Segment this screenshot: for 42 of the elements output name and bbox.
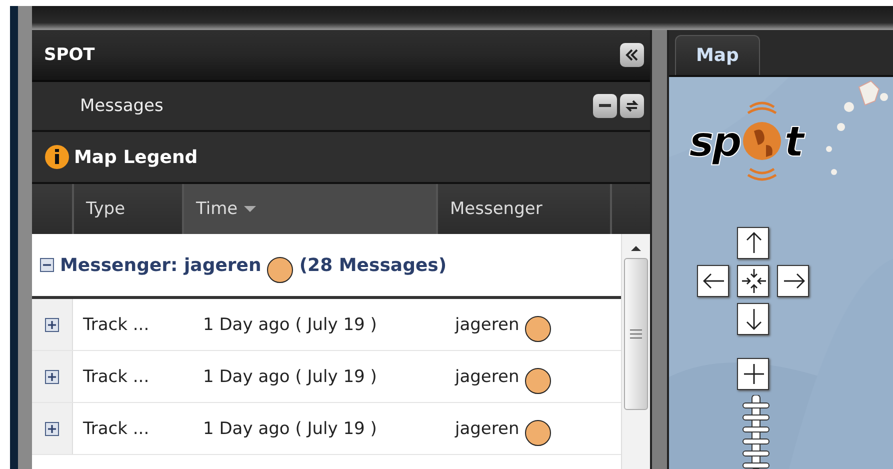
- pan-right-button[interactable]: [777, 265, 809, 297]
- type-cell-text: Track ...: [82, 418, 150, 438]
- splitter[interactable]: [650, 30, 669, 469]
- column-header[interactable]: Time: [184, 184, 438, 234]
- zoom-in-button[interactable]: [737, 358, 769, 390]
- type-cell-text: Track ...: [82, 366, 150, 386]
- scroll-thumb[interactable]: [624, 258, 648, 410]
- messenger-cell: jageren: [455, 314, 520, 334]
- double-chevron-icon: [625, 49, 639, 61]
- map-tab[interactable]: Map: [675, 35, 760, 75]
- messenger-cell: jageren: [455, 418, 520, 438]
- section-title: Messages: [80, 96, 164, 116]
- pan-up-button[interactable]: [737, 227, 769, 259]
- messenger-cell: jageren: [455, 366, 520, 386]
- type-cell-text: Track ...: [82, 314, 150, 334]
- scroll-up-icon[interactable]: [630, 244, 642, 252]
- group-count: (28 Messages): [299, 254, 447, 276]
- expand-icon[interactable]: [45, 318, 59, 332]
- panel-title: SPOT: [44, 45, 95, 65]
- message-row[interactable]: Track ... 1 Day ago ( July 19 ) jageren: [32, 299, 621, 351]
- time-cell-text: 1 Day ago ( July 19 ): [202, 366, 378, 386]
- pan-left-button[interactable]: [697, 265, 729, 297]
- minus-icon: [599, 104, 611, 108]
- message-row[interactable]: Track ... 1 Day ago ( July 19 ) jageren: [32, 351, 621, 403]
- expand-icon[interactable]: [45, 370, 59, 384]
- collapse-button[interactable]: [620, 43, 644, 67]
- refresh-button[interactable]: [620, 94, 644, 118]
- grip-icon: [630, 329, 642, 339]
- legend-link[interactable]: Map Legend: [74, 146, 198, 168]
- time-cell-text: 1 Day ago ( July 19 ): [202, 314, 378, 334]
- refresh-icon: [625, 99, 639, 113]
- expand-icon[interactable]: [45, 422, 59, 436]
- spot-logo: sp t: [689, 99, 802, 183]
- sort-arrow-icon: [244, 205, 256, 213]
- recenter-button[interactable]: [737, 265, 769, 297]
- message-row[interactable]: Track ... 1 Day ago ( July 19 ) jageren: [32, 403, 621, 455]
- collapse-icon[interactable]: [40, 258, 54, 272]
- pan-down-button[interactable]: [737, 303, 769, 335]
- minimize-button[interactable]: [593, 94, 617, 118]
- info-icon[interactable]: [44, 144, 70, 170]
- time-cell-text: 1 Day ago ( July 19 ): [202, 418, 378, 438]
- group-label: Messenger: jageren: [60, 254, 262, 276]
